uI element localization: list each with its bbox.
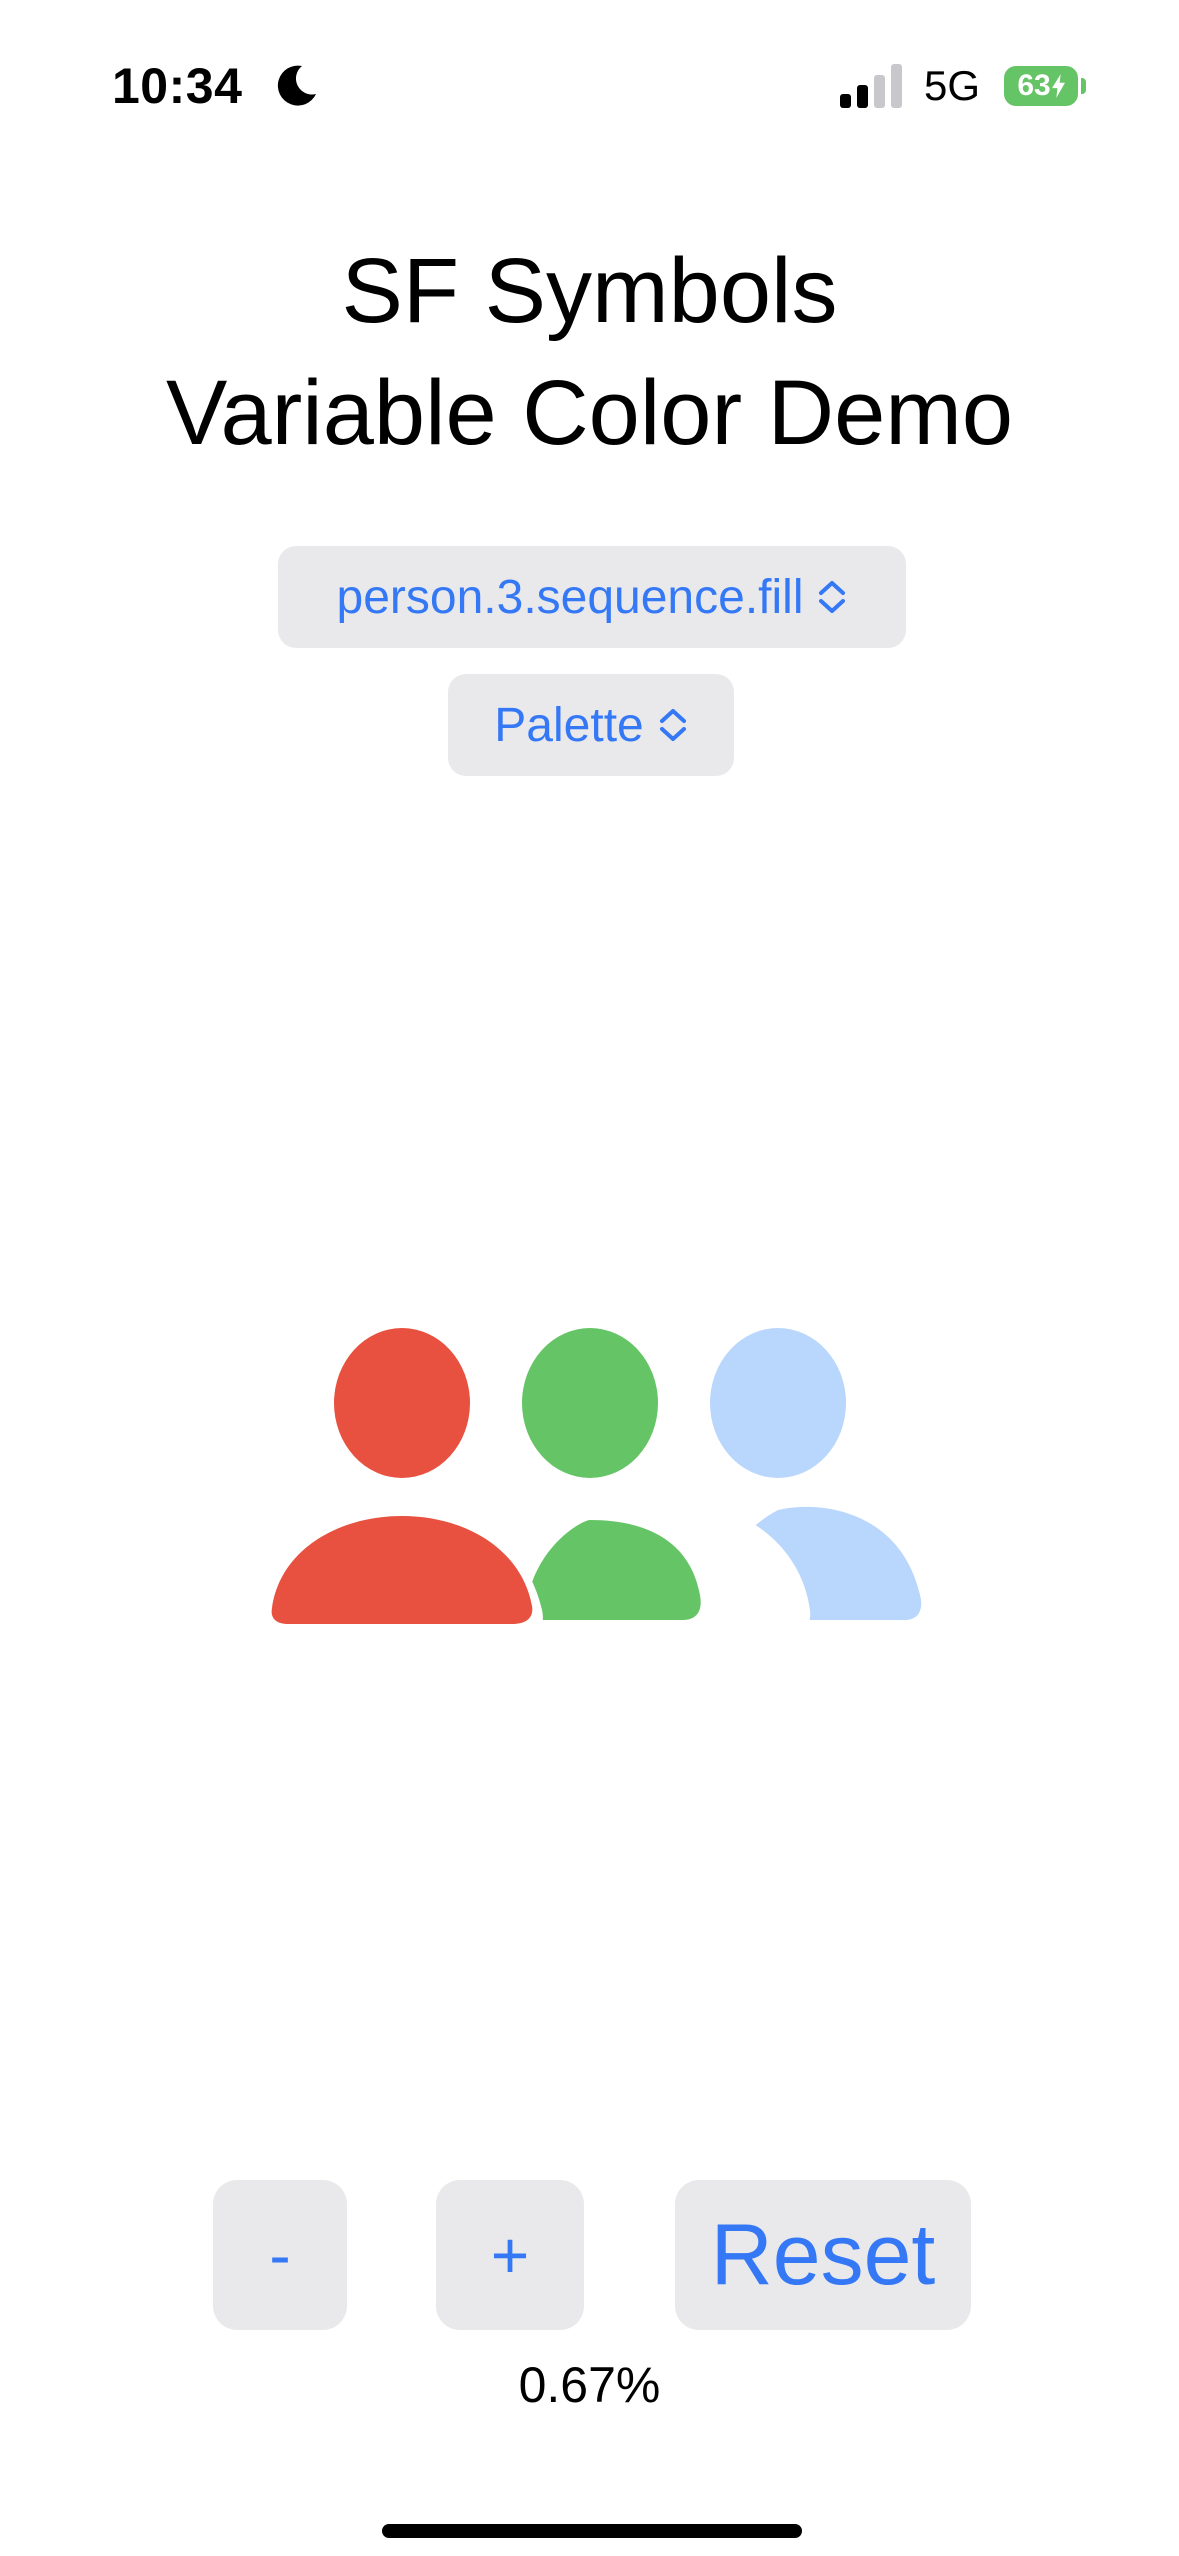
variable-value-label: 0.67% (518, 2357, 661, 2413)
reset-button[interactable]: Reset (675, 2180, 971, 2330)
rendering-mode-picker-value: Palette (494, 698, 644, 752)
person-1-icon (271, 1328, 533, 1624)
increase-button[interactable]: + (436, 2180, 584, 2330)
person-3-sequence-fill-icon (258, 1328, 922, 1636)
network-type-label: 5G (924, 62, 981, 109)
symbol-picker-value: person.3.sequence.fill (336, 570, 804, 624)
moon-icon (277, 65, 316, 106)
symbol-picker[interactable]: person.3.sequence.fill (278, 546, 906, 648)
page-title-line-1: SF Symbols (341, 240, 838, 342)
home-indicator[interactable] (382, 2524, 802, 2538)
page-title-line-2: Variable Color Demo (165, 362, 1014, 464)
chevron-up-down-icon (819, 581, 846, 613)
decrease-button[interactable]: - (213, 2180, 347, 2330)
cellular-signal-icon (840, 64, 902, 108)
battery-cap (1081, 78, 1086, 94)
person-2-icon (522, 1328, 701, 1620)
chevron-up-down-icon (659, 709, 686, 741)
charging-bolt-icon (1051, 74, 1065, 98)
status-time: 10:34 (112, 58, 243, 114)
rendering-mode-picker[interactable]: Palette (448, 674, 734, 776)
battery-indicator: 63 (1004, 66, 1078, 106)
battery-percent: 63 (1017, 69, 1051, 102)
